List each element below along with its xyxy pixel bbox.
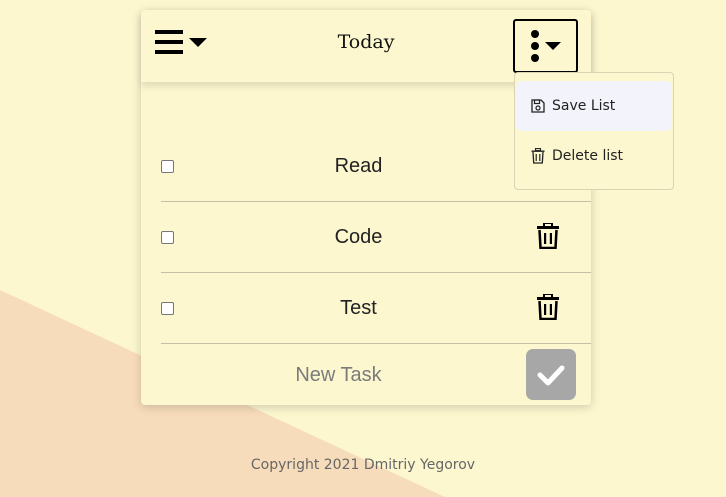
new-task-form (161, 345, 591, 405)
caret-down-icon (544, 42, 561, 50)
list-options-dropdown: Save List Delete list (514, 72, 674, 190)
task-label: Test (340, 296, 377, 319)
hamburger-menu-icon (155, 30, 207, 54)
task-row: Code (161, 202, 591, 273)
trash-icon (531, 148, 545, 164)
todo-card: Today Read Code Test (141, 10, 591, 405)
checkmark-icon (537, 365, 565, 385)
delete-task-icon[interactable] (537, 223, 559, 249)
kebab-menu-icon (530, 30, 539, 62)
list-title: Today (337, 31, 395, 53)
add-task-button[interactable] (526, 349, 576, 400)
new-task-input[interactable] (161, 357, 576, 393)
lists-menu-button[interactable] (155, 28, 211, 56)
list-options-button[interactable] (513, 19, 578, 73)
task-row: Test (161, 273, 591, 344)
save-list-label: Save List (552, 98, 616, 114)
delete-list-label: Delete list (552, 148, 624, 164)
save-list-menu-item[interactable]: Save List (516, 81, 672, 131)
delete-list-menu-item[interactable]: Delete list (516, 131, 672, 181)
task-label: Code (334, 225, 383, 248)
task-label: Read (334, 154, 383, 177)
save-icon (531, 99, 545, 113)
copyright-footer: Copyright 2021 Dmitriy Yegorov (250, 457, 476, 473)
delete-task-icon[interactable] (537, 294, 559, 320)
